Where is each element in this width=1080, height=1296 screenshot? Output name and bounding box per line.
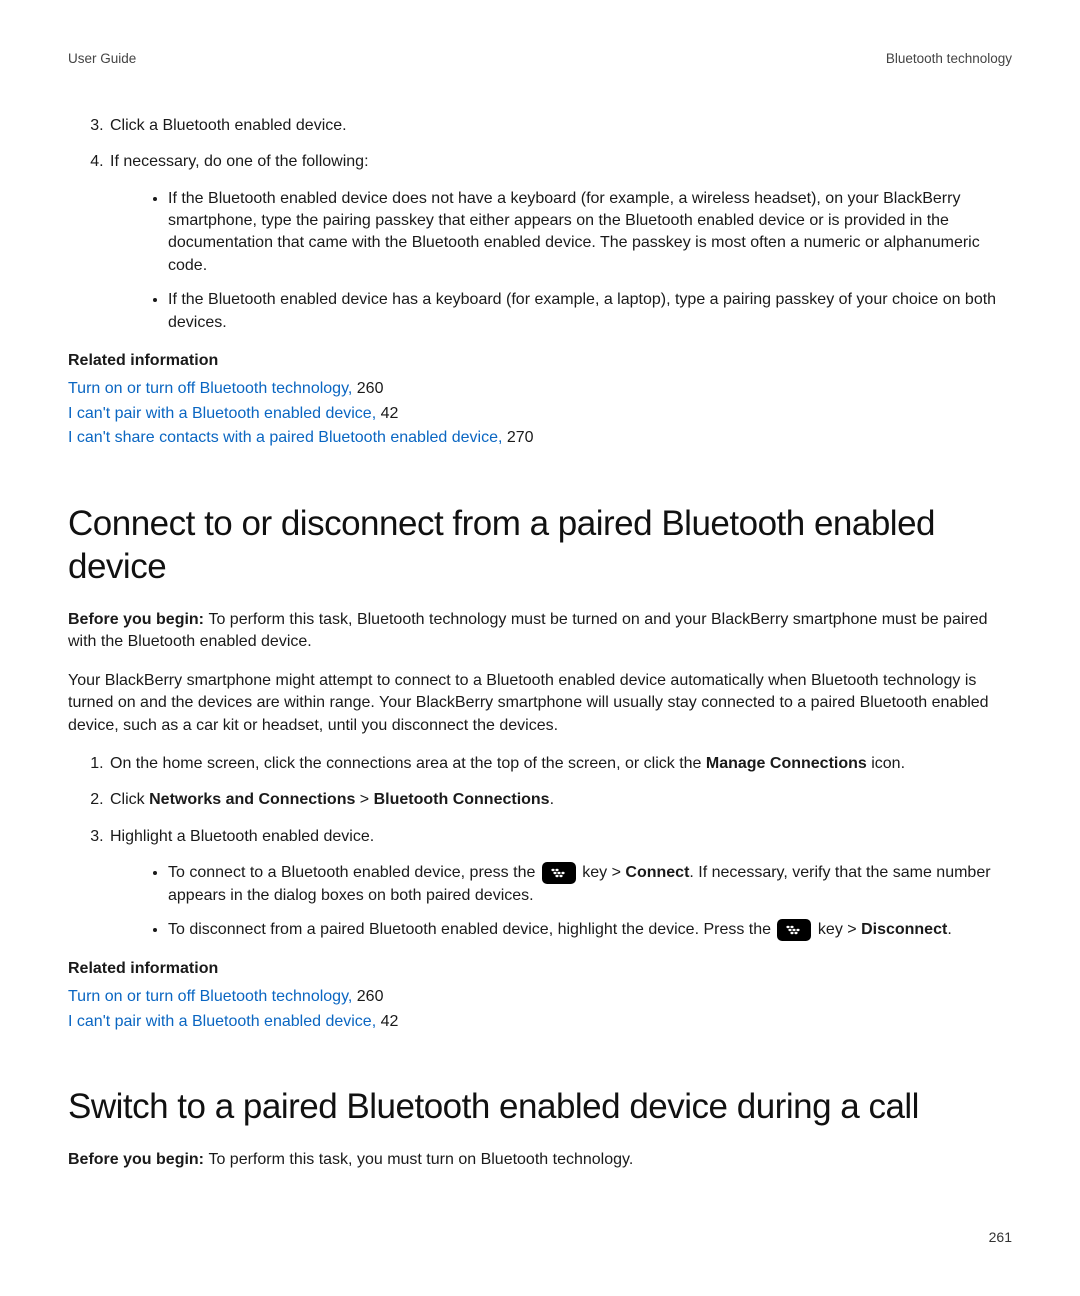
step-4-text: If necessary, do one of the following: (110, 153, 369, 170)
before-you-begin-1: Before you begin: To perform this task, … (68, 609, 1012, 654)
before-label-1: Before you begin: (68, 611, 208, 628)
b1-bold: Connect (625, 864, 689, 881)
s1-bullet-disconnect: To disconnect from a paired Bluetooth en… (168, 919, 1012, 942)
section-title-switch: Switch to a paired Bluetooth enabled dev… (68, 1085, 1012, 1129)
before-label-2: Before you begin: (68, 1151, 208, 1168)
s1-step1-bold: Manage Connections (706, 755, 867, 772)
related-info-list-1: Turn on or turn off Bluetooth technology… (68, 378, 1012, 449)
b2-a: To disconnect from a paired Bluetooth en… (168, 921, 775, 938)
section-title-connect: Connect to or disconnect from a paired B… (68, 502, 1012, 590)
s1-step1-pre: On the home screen, click the connection… (110, 755, 706, 772)
before-text-2: To perform this task, you must turn on B… (208, 1151, 633, 1168)
s1-step1-post: icon. (867, 755, 905, 772)
related-info-item: Turn on or turn off Bluetooth technology… (68, 378, 1012, 400)
related-info-item: I can't pair with a Bluetooth enabled de… (68, 1011, 1012, 1033)
related-info-link[interactable]: I can't share contacts with a paired Blu… (68, 429, 502, 446)
s1-step2-bold2: Bluetooth Connections (374, 791, 550, 808)
blackberry-key-icon (777, 919, 811, 941)
s1-step-3: Highlight a Bluetooth enabled device. To… (108, 826, 1012, 942)
header-left: User Guide (68, 50, 136, 69)
s1-step-1: On the home screen, click the connection… (108, 753, 1012, 775)
s1-step-2: Click Networks and Connections > Bluetoo… (108, 789, 1012, 811)
step-4-bullets: If the Bluetooth enabled device does not… (110, 188, 1012, 334)
b2-b: key > (813, 921, 861, 938)
step-3-text: Click a Bluetooth enabled device. (110, 117, 347, 134)
related-info-page-ref: 260 (352, 380, 383, 397)
step-4-bullet-2: If the Bluetooth enabled device has a ke… (168, 289, 1012, 334)
related-info-page-ref: 260 (352, 988, 383, 1005)
b2-bold: Disconnect (861, 921, 947, 938)
steps-list-top: Click a Bluetooth enabled device. If nec… (68, 115, 1012, 334)
related-info-list-2: Turn on or turn off Bluetooth technology… (68, 986, 1012, 1033)
before-you-begin-2: Before you begin: To perform this task, … (68, 1149, 1012, 1171)
section1-steps: On the home screen, click the connection… (68, 753, 1012, 942)
page-number: 261 (989, 1228, 1012, 1248)
related-info-item: I can't share contacts with a paired Blu… (68, 427, 1012, 449)
s1-step2-bold1: Networks and Connections (149, 791, 355, 808)
related-info-page-ref: 270 (502, 429, 533, 446)
related-info-link[interactable]: I can't pair with a Bluetooth enabled de… (68, 405, 376, 422)
related-info-page-ref: 42 (376, 1013, 398, 1030)
s1-step2-sep: > (355, 791, 373, 808)
header-right: Bluetooth technology (886, 50, 1012, 69)
page-header: User Guide Bluetooth technology (68, 50, 1012, 69)
step-3: Click a Bluetooth enabled device. (108, 115, 1012, 137)
related-info-heading-2: Related information (68, 958, 1012, 980)
related-info-link[interactable]: Turn on or turn off Bluetooth technology… (68, 380, 352, 397)
section1-para2: Your BlackBerry smartphone might attempt… (68, 670, 1012, 737)
s1-step2-post: . (550, 791, 554, 808)
related-info-page-ref: 42 (376, 405, 398, 422)
s1-step2-pre: Click (110, 791, 149, 808)
related-info-link[interactable]: I can't pair with a Bluetooth enabled de… (68, 1013, 376, 1030)
step-4: If necessary, do one of the following: I… (108, 151, 1012, 334)
b1-b: key > (578, 864, 626, 881)
related-info-item: I can't pair with a Bluetooth enabled de… (68, 403, 1012, 425)
blackberry-key-icon (542, 862, 576, 884)
b1-a: To connect to a Bluetooth enabled device… (168, 864, 540, 881)
s1-step3-text: Highlight a Bluetooth enabled device. (110, 828, 374, 845)
s1-step3-bullets: To connect to a Bluetooth enabled device… (110, 862, 1012, 942)
s1-bullet-connect: To connect to a Bluetooth enabled device… (168, 862, 1012, 907)
b2-c: . (947, 921, 951, 938)
related-info-link[interactable]: Turn on or turn off Bluetooth technology… (68, 988, 352, 1005)
related-info-heading: Related information (68, 350, 1012, 372)
step-4-bullet-1: If the Bluetooth enabled device does not… (168, 188, 1012, 278)
related-info-item: Turn on or turn off Bluetooth technology… (68, 986, 1012, 1008)
